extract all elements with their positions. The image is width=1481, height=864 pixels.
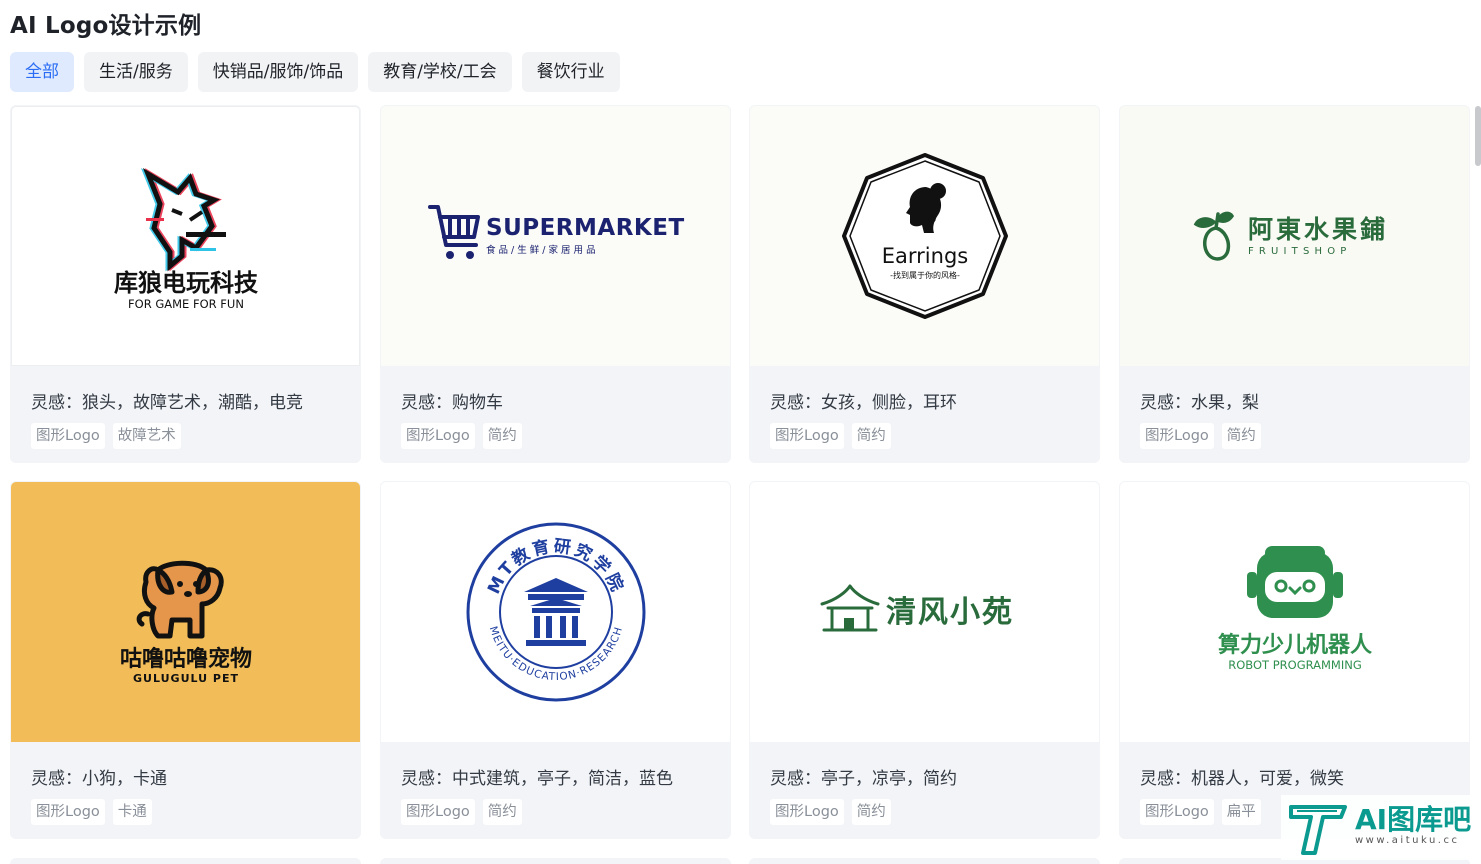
- tab-life-service[interactable]: 生活/服务: [84, 52, 188, 92]
- tag: 简约: [482, 799, 522, 825]
- shopping-cart-logo: SUPERMARKET 食 品 / 生 鲜 / 家 居 用 品: [427, 205, 685, 259]
- card-peek: [10, 858, 361, 864]
- tag: 故障艺术: [112, 423, 181, 449]
- tag: 图形Logo: [31, 799, 105, 825]
- logo-image[interactable]: 算力少儿机器人 ROBOT PROGRAMMING: [1120, 482, 1469, 742]
- watermark: AI图库吧 www.aituku.cc: [1281, 795, 1471, 860]
- tag-list: 图形Logo 简约: [1140, 423, 1261, 449]
- inspiration-text: 灵感：机器人，可爱，微笑: [1140, 769, 1344, 789]
- logo-name: 清风小苑: [886, 595, 1014, 630]
- logo-name: 阿東水果鋪: [1248, 215, 1388, 244]
- pear-logo: 阿東水果鋪 F R U I T S H O P: [1193, 211, 1388, 261]
- logo-image[interactable]: Earrings -找到属于你的风格-: [750, 106, 1099, 366]
- svg-text:MEITU·EDUCATION·RESEARCH: MEITU·EDUCATION·RESEARCH: [486, 625, 624, 683]
- tag-list: 图形Logo 卡通: [31, 799, 152, 825]
- logo-card[interactable]: 阿東水果鋪 F R U I T S H O P 灵感：水果，梨 图形Logo 简…: [1119, 105, 1470, 463]
- tag-list: 图形Logo 简约: [401, 799, 522, 825]
- logo-card[interactable]: 清风小苑 灵感：亭子，凉亭，简约 图形Logo 简约: [749, 481, 1100, 839]
- logo-tagline: F R U I T S H O P: [1248, 246, 1347, 257]
- tag-list: 图形Logo 简约: [401, 423, 522, 449]
- tag-list: 图形Logo 故障艺术: [31, 423, 181, 449]
- tag-list: 图形Logo 简约: [770, 799, 891, 825]
- card-peek: [380, 858, 731, 864]
- tag: 图形Logo: [1140, 423, 1214, 449]
- inspiration-text: 灵感：水果，梨: [1140, 393, 1259, 413]
- logo-image[interactable]: 库狼电玩科技 FOR GAME FOR FUN: [11, 106, 360, 366]
- page-title: AI Logo设计示例: [10, 13, 202, 39]
- logo-image[interactable]: SUPERMARKET 食 品 / 生 鲜 / 家 居 用 品: [381, 106, 730, 366]
- tag: 图形Logo: [401, 423, 475, 449]
- tab-education[interactable]: 教育/学校/工会: [368, 52, 512, 92]
- earrings-badge-logo: Earrings -找到属于你的风格-: [841, 153, 1008, 319]
- logo-image[interactable]: 阿東水果鋪 F R U I T S H O P: [1120, 106, 1469, 366]
- tag: 简约: [1221, 423, 1261, 449]
- tag: 图形Logo: [770, 799, 844, 825]
- logo-image[interactable]: 清风小苑: [750, 482, 1099, 742]
- category-tabs: 全部 生活/服务 快销品/服饰/饰品 教育/学校/工会 餐饮行业: [10, 52, 620, 92]
- watermark-url: www.aituku.cc: [1355, 835, 1460, 846]
- logo-card[interactable]: 库狼电玩科技 FOR GAME FOR FUN 灵感：狼头，故障艺术，潮酷，电竞…: [10, 105, 361, 463]
- tag-list: 图形Logo 简约: [770, 423, 891, 449]
- logo-tagline: MEITU·EDUCATION·RESEARCH: [486, 625, 623, 683]
- logo-name: 库狼电玩科技: [114, 269, 259, 297]
- logo-tagline: ROBOT PROGRAMMING: [1228, 658, 1362, 672]
- dog-logo: 咕噜咕噜宠物 GULUGULU PET: [119, 560, 252, 685]
- tag: 扁平: [1221, 799, 1261, 825]
- tag: 图形Logo: [31, 423, 105, 449]
- tab-all[interactable]: 全部: [10, 52, 74, 92]
- tab-catering[interactable]: 餐饮行业: [521, 52, 620, 92]
- tab-fmcg-apparel[interactable]: 快销品/服饰/饰品: [197, 52, 359, 92]
- logo-card[interactable]: Earrings -找到属于你的风格- 灵感：女孩，侧脸，耳环 图形Logo 简…: [749, 105, 1100, 463]
- tag: 简约: [851, 799, 891, 825]
- logo-tagline: FOR GAME FOR FUN: [128, 297, 244, 311]
- logo-card[interactable]: 咕噜咕噜宠物 GULUGULU PET 灵感：小狗，卡通 图形Logo 卡通: [10, 481, 361, 839]
- inspiration-text: 灵感：女孩，侧脸，耳环: [770, 393, 957, 413]
- logo-card[interactable]: SUPERMARKET 食 品 / 生 鲜 / 家 居 用 品 灵感：购物车 图…: [380, 105, 731, 463]
- tag: 简约: [851, 423, 891, 449]
- inspiration-text: 灵感：亭子，凉亭，简约: [770, 769, 957, 789]
- aituku-logo-icon: [1289, 805, 1347, 855]
- pavilion-logo: 清风小苑: [820, 584, 1014, 632]
- watermark-title: AI图库吧: [1355, 803, 1472, 836]
- tag: 卡通: [112, 799, 152, 825]
- inspiration-text: 灵感：小狗，卡通: [31, 769, 167, 789]
- logo-tagline: 食 品 / 生 鲜 / 家 居 用 品: [486, 244, 596, 256]
- tag: 图形Logo: [401, 799, 475, 825]
- logo-image[interactable]: 咕噜咕噜宠物 GULUGULU PET: [11, 482, 360, 742]
- education-seal-logo: MT教育研究学院 MEITU·EDUCATION·RESEARCH: [466, 522, 645, 702]
- logo-card[interactable]: MT教育研究学院 MEITU·EDUCATION·RESEARCH 灵感：中式建…: [380, 481, 731, 839]
- card-peek: [749, 858, 1100, 864]
- inspiration-text: 灵感：中式建筑，亭子，简洁，蓝色: [401, 769, 673, 789]
- logo-card[interactable]: 算力少儿机器人 ROBOT PROGRAMMING 灵感：机器人，可爱，微笑 图…: [1119, 481, 1470, 839]
- logo-name: Earrings: [881, 244, 967, 268]
- logo-name: SUPERMARKET: [486, 215, 685, 241]
- wolf-logo: 库狼电玩科技 FOR GAME FOR FUN: [114, 168, 259, 311]
- logo-tagline: GULUGULU PET: [133, 672, 239, 685]
- logo-tagline: -找到属于你的风格-: [890, 270, 960, 280]
- robot-logo: 算力少儿机器人 ROBOT PROGRAMMING: [1217, 546, 1372, 672]
- tag: 图形Logo: [770, 423, 844, 449]
- tag: 简约: [482, 423, 522, 449]
- tag-list: 图形Logo 扁平: [1140, 799, 1261, 825]
- logo-name: 算力少儿机器人: [1217, 632, 1371, 658]
- tag: 图形Logo: [1140, 799, 1214, 825]
- inspiration-text: 灵感：狼头，故障艺术，潮酷，电竞: [31, 393, 303, 413]
- inspiration-text: 灵感：购物车: [401, 393, 503, 413]
- logo-image[interactable]: MT教育研究学院 MEITU·EDUCATION·RESEARCH: [381, 482, 730, 742]
- scrollbar-thumb[interactable]: [1475, 106, 1481, 166]
- logo-name: 咕噜咕噜宠物: [119, 646, 251, 672]
